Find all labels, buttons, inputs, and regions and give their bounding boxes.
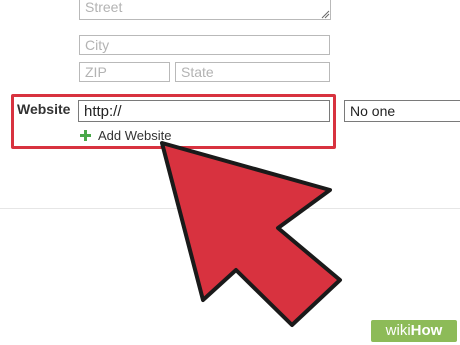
- watermark-how: How: [410, 322, 443, 339]
- visibility-selected-value: No one: [350, 103, 396, 119]
- wikihow-watermark: wikiHow: [371, 320, 457, 342]
- add-website-label: Add Website: [98, 128, 172, 143]
- zip-input[interactable]: [79, 62, 170, 82]
- website-input[interactable]: [78, 100, 330, 122]
- watermark-wiki: wiki: [385, 322, 411, 339]
- resize-grip-icon[interactable]: [321, 10, 330, 19]
- city-input[interactable]: [79, 35, 330, 55]
- add-website-link[interactable]: Add Website: [80, 128, 171, 143]
- plus-icon: [80, 130, 91, 141]
- website-label: Website: [17, 101, 71, 117]
- section-divider: [0, 208, 460, 209]
- street-textarea[interactable]: [79, 0, 331, 20]
- state-input[interactable]: [175, 62, 330, 82]
- visibility-select[interactable]: No one: [344, 100, 460, 122]
